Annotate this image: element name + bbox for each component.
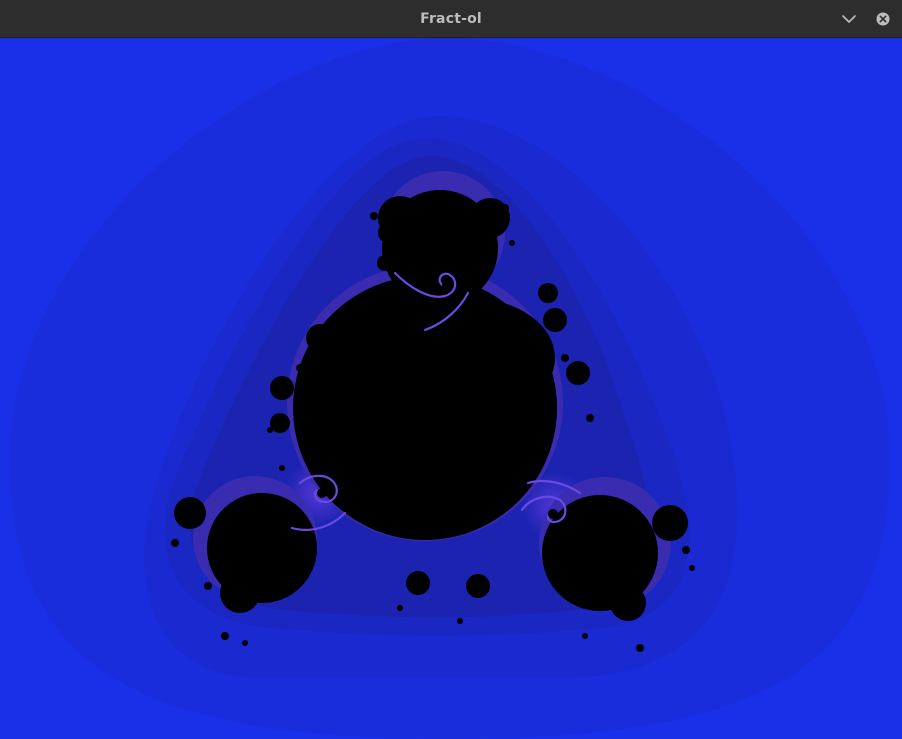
chevron-down-icon	[842, 15, 856, 23]
fract-ol-window: Fract-ol	[0, 0, 902, 739]
julia-set-render	[0, 38, 902, 739]
title-bar[interactable]: Fract-ol	[0, 0, 902, 38]
window-menu-button[interactable]	[839, 9, 859, 29]
fractal-canvas[interactable]	[0, 38, 902, 739]
window-title: Fract-ol	[420, 11, 482, 27]
window-close-button[interactable]	[873, 9, 893, 29]
close-icon	[876, 12, 890, 26]
